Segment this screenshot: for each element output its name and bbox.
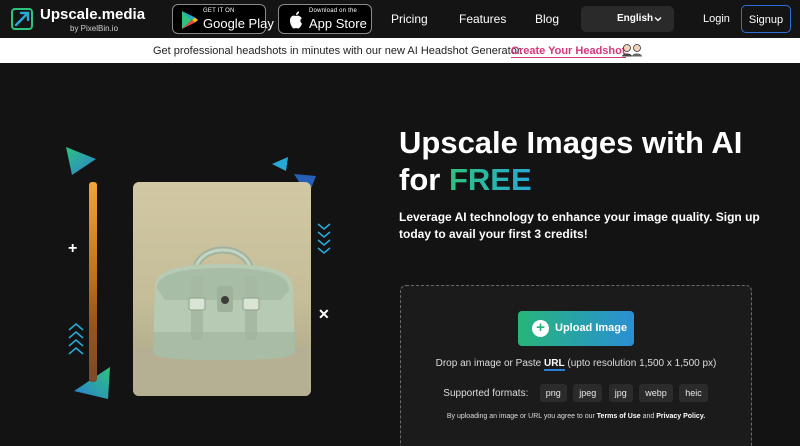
language-select[interactable]: English [581,6,674,32]
app-store-big-text: App Store [309,16,367,31]
orange-accent-bar [89,182,97,382]
triangle-decoration-icon [272,157,288,171]
upload-dropzone[interactable]: + Upload Image Drop an image or Paste UR… [400,285,752,446]
top-nav: Upscale.media by PixelBin.io GET IT ON G… [0,0,800,38]
logo-subtitle: by PixelBin.io [70,24,119,33]
upload-image-label: Upload Image [555,322,628,334]
hero-description: Leverage AI technology to enhance your i… [399,210,760,241]
hero-title-free: FREE [448,162,532,197]
headshot-avatars-icon [622,44,642,57]
format-chip: jpeg [573,384,603,402]
chevron-stack-icon [317,223,331,255]
chevron-down-icon [654,17,662,22]
paste-url-link[interactable]: URL [544,358,565,371]
drop-text-pre: Drop an image or Paste [435,358,542,369]
plus-decoration: + [68,240,78,257]
terms-and: and [642,413,655,420]
sample-photo [133,182,311,396]
language-label: English [617,13,654,24]
hero-title: Upscale Images with AI [399,125,743,160]
plus-circle-icon: + [532,319,549,337]
formats-label: Supported formats: [443,387,529,399]
logo-title: Upscale.media [40,6,146,23]
google-play-big-text: Google Play [203,16,274,31]
hero-title-for: for [399,162,441,197]
terms-of-use-link[interactable]: Terms of Use [597,413,641,420]
app-store-small-text: Download on the [309,8,358,14]
promo-text: Get professional headshots in minutes wi… [153,45,523,57]
triangle-decoration-icon [66,147,96,175]
app-store-button[interactable]: Download on the App Store [278,4,372,34]
google-play-small-text: GET IT ON [203,8,235,14]
format-chip: webp [639,384,673,402]
drop-instructions: Drop an image or Paste URL (upto resolut… [401,358,751,371]
signup-label: Signup [748,14,784,26]
logo-mark-icon [11,8,33,30]
google-play-icon [182,11,198,29]
format-chip: heic [679,384,708,402]
format-chip: png [539,384,567,402]
format-chip: jpg [608,384,633,402]
logo[interactable]: Upscale.media by PixelBin.io [10,4,160,34]
google-play-button[interactable]: GET IT ON Google Play [172,4,274,34]
nav-link-pricing[interactable]: Pricing [391,12,428,26]
apple-icon [290,11,302,29]
login-link[interactable]: Login [703,13,730,25]
chevron-stack-icon [68,322,84,355]
nav-link-features[interactable]: Features [459,12,506,26]
bag-illustration [133,246,311,396]
promo-bar: Get professional headshots in minutes wi… [0,38,800,63]
privacy-policy-link[interactable]: Privacy Policy. [656,413,705,420]
signup-button[interactable]: Signup [741,5,791,33]
drop-text-post: (upto resolution 1,500 x 1,500 px) [567,358,717,369]
terms-text-pre: By uploading an image or URL you agree t… [446,413,595,420]
supported-formats: Supported formats: png jpeg jpg webp hei… [401,384,751,406]
hero-title-line2: for FREE [399,162,532,198]
terms-notice: By uploading an image or URL you agree t… [401,413,751,420]
create-headshot-link[interactable]: Create Your Headshot [511,45,626,58]
upload-image-button[interactable]: + Upload Image [518,311,634,346]
close-decoration-icon: ✕ [318,306,330,322]
nav-link-blog[interactable]: Blog [535,12,559,26]
